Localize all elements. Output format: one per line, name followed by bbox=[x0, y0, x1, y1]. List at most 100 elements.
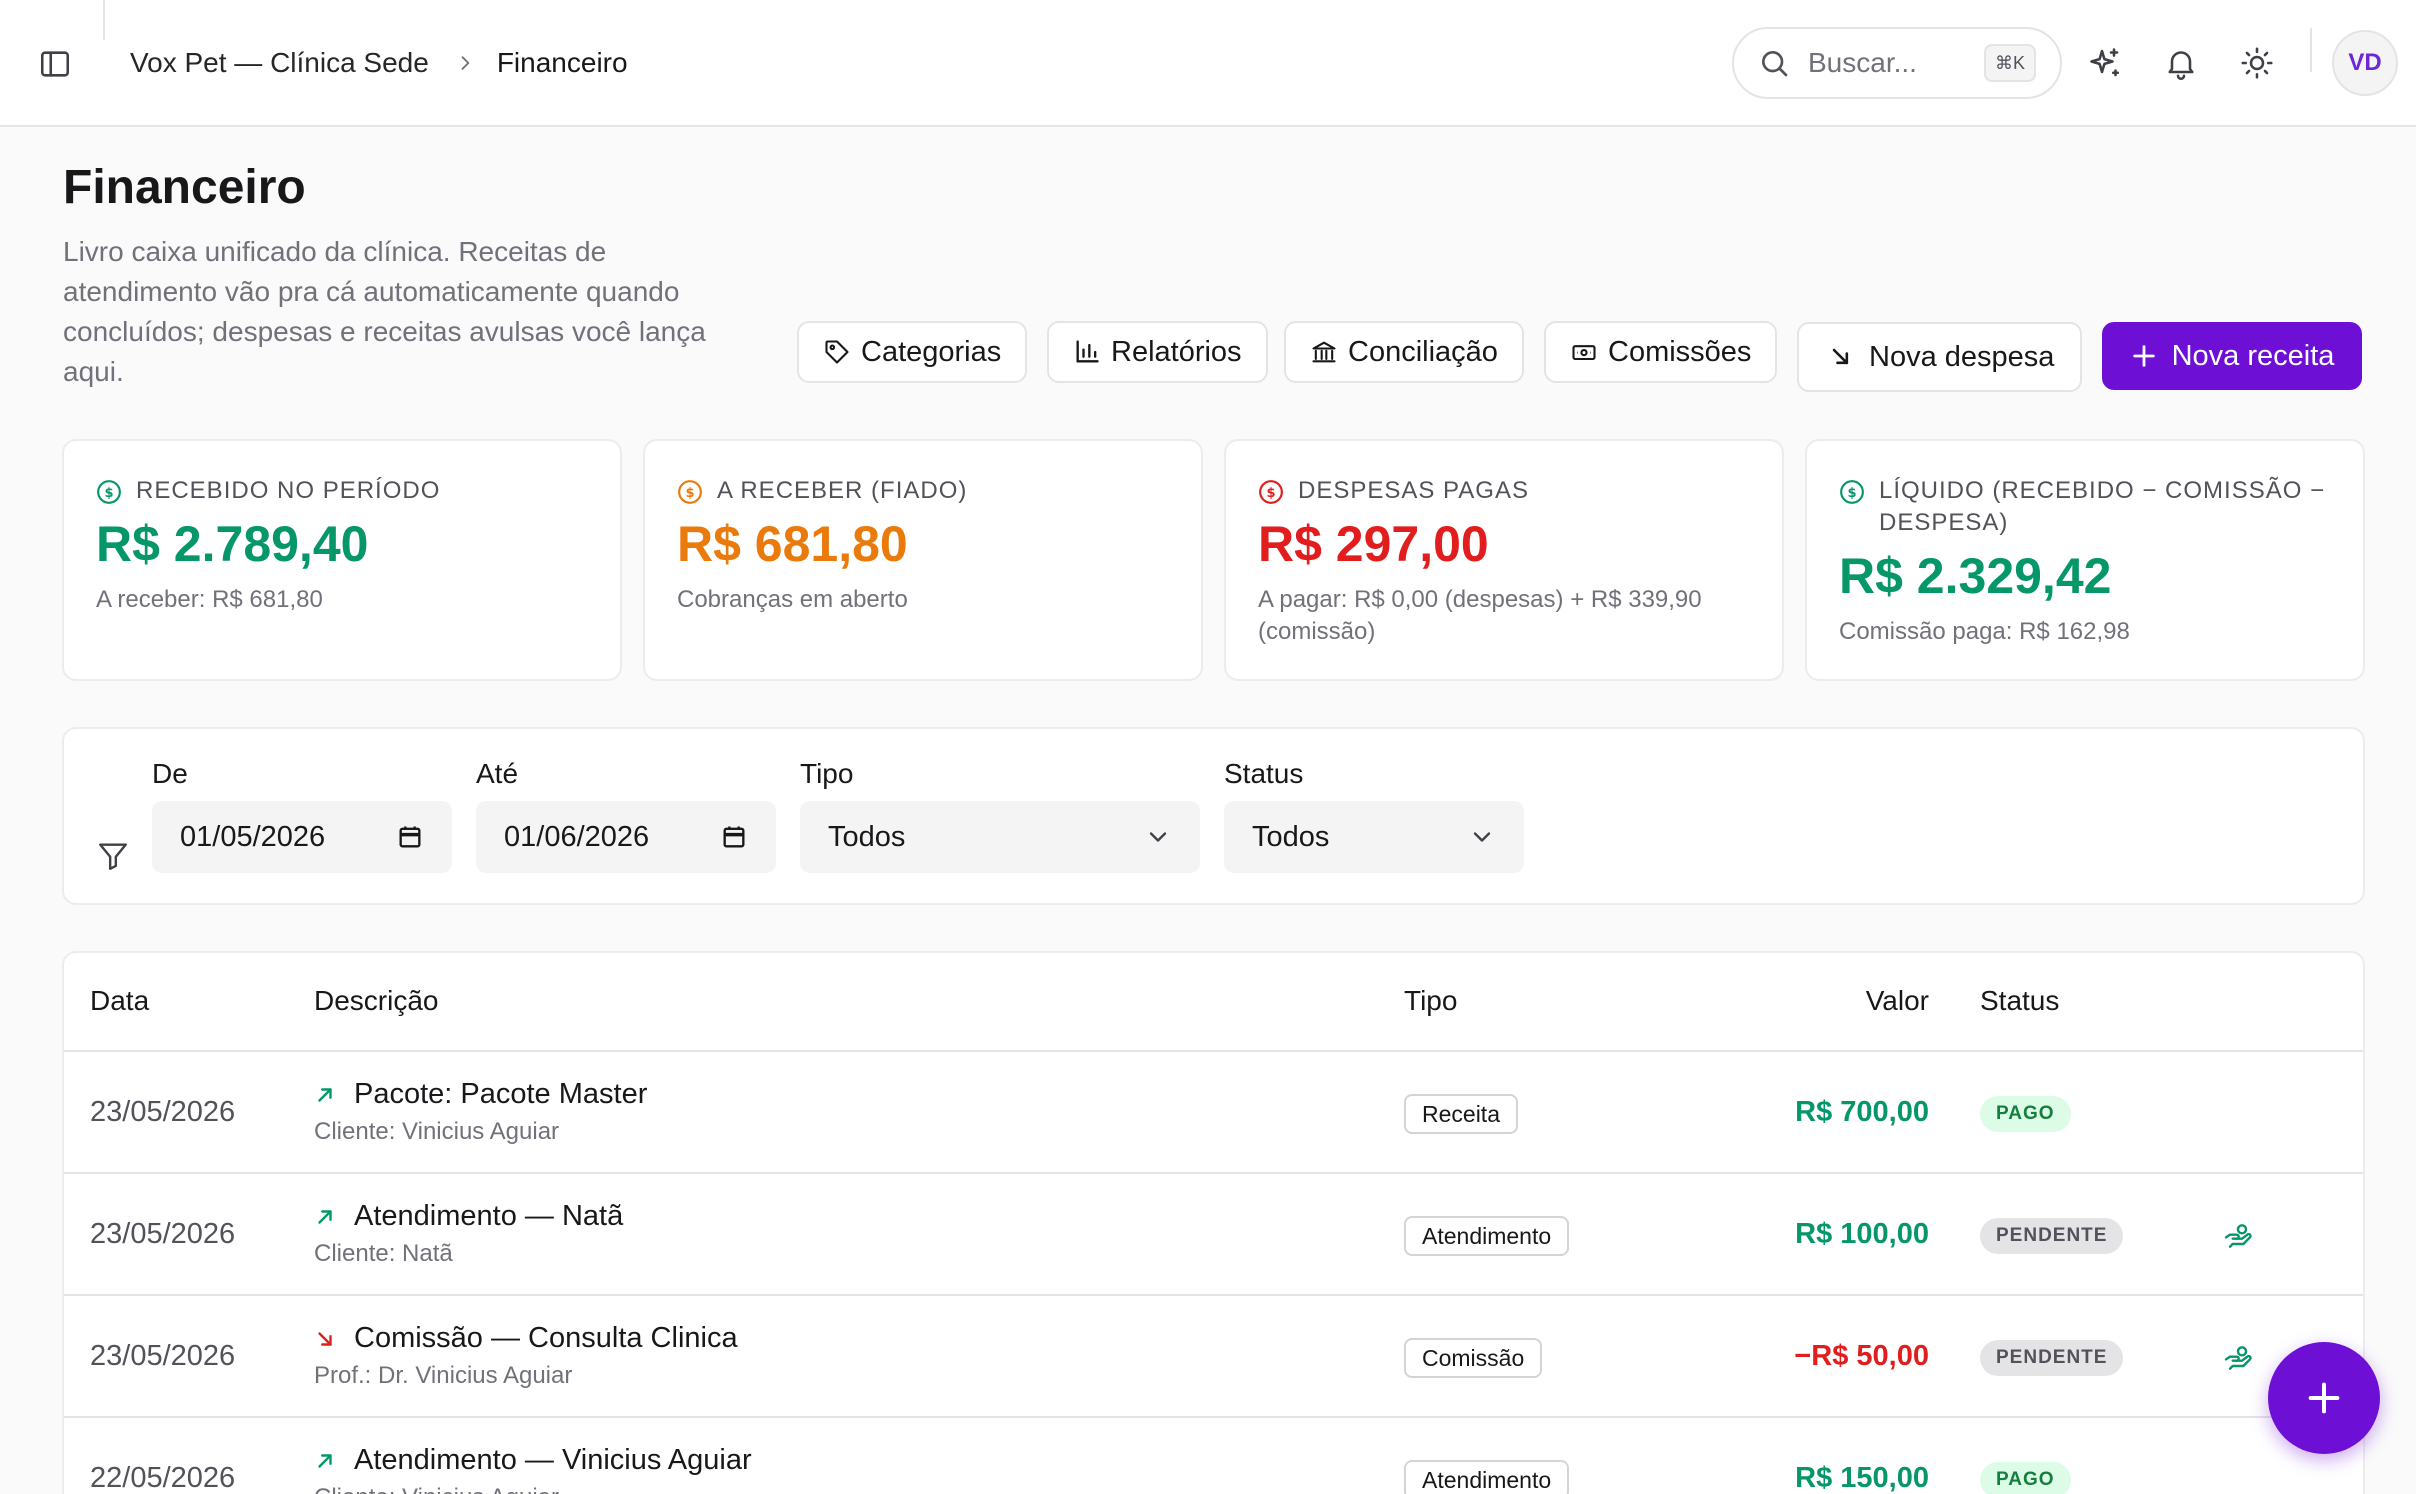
type-badge: Receita bbox=[1404, 1094, 1518, 1134]
top-bar: Vox Pet — Clínica Sede Financeiro Buscar… bbox=[0, 0, 2416, 127]
categories-button[interactable]: Categorias bbox=[797, 321, 1028, 383]
row-title: Comissão — Consulta Clinica bbox=[354, 1322, 738, 1354]
row-description: Comissão — Consulta Clinica bbox=[314, 1322, 738, 1355]
stat-value: R$ 681,80 bbox=[677, 516, 908, 572]
dollar-circle-icon: $ bbox=[1839, 479, 1865, 505]
plus-icon bbox=[2308, 1382, 2340, 1414]
tag-icon bbox=[823, 338, 851, 366]
page-title: Financeiro bbox=[63, 161, 306, 214]
search-placeholder: Buscar... bbox=[1808, 47, 1917, 78]
categories-label: Categorias bbox=[861, 335, 1002, 368]
commissions-button[interactable]: Comissões bbox=[1544, 321, 1778, 383]
dollar-circle-icon: $ bbox=[96, 479, 122, 505]
chevron-down-icon bbox=[1144, 823, 1172, 851]
commissions-label: Comissões bbox=[1608, 335, 1752, 368]
row-date: 23/05/2026 bbox=[90, 1340, 236, 1372]
status-badge: PAGO bbox=[1980, 1462, 2071, 1494]
column-header-description[interactable]: Descrição bbox=[314, 985, 438, 1017]
svg-text:$: $ bbox=[1266, 486, 1275, 501]
breadcrumb-clinic[interactable]: Vox Pet — Clínica Sede bbox=[130, 47, 429, 79]
reconciliation-button[interactable]: Conciliação bbox=[1284, 321, 1524, 383]
dollar-circle-icon: $ bbox=[1258, 479, 1284, 505]
bell-icon[interactable] bbox=[2163, 45, 2199, 81]
row-description: Atendimento — Vinicius Aguiar bbox=[314, 1444, 752, 1477]
type-select-value: Todos bbox=[828, 820, 906, 853]
new-income-button[interactable]: Nova receita bbox=[2102, 322, 2362, 390]
date-to-value: 01/06/2026 bbox=[504, 820, 650, 853]
svg-text:$: $ bbox=[685, 486, 694, 501]
avatar[interactable]: VD bbox=[2332, 30, 2398, 96]
bank-icon bbox=[1310, 338, 1338, 366]
stat-label: RECEBIDO NO PERÍODO bbox=[136, 477, 441, 504]
status-select[interactable]: Todos bbox=[1224, 801, 1524, 873]
date-from-value: 01/05/2026 bbox=[180, 820, 326, 853]
hand-coins-icon[interactable] bbox=[2222, 1342, 2254, 1374]
filter-from-label: De bbox=[152, 758, 188, 789]
column-header-type[interactable]: Tipo bbox=[1404, 985, 1457, 1017]
sidebar-toggle-icon[interactable] bbox=[38, 47, 72, 81]
row-value: R$ 150,00 bbox=[1795, 1462, 1929, 1494]
stat-card-received: $ RECEBIDO NO PERÍODO R$ 2.789,40 A rece… bbox=[62, 439, 622, 681]
status-badge: PENDENTE bbox=[1980, 1340, 2124, 1376]
row-value: R$ 700,00 bbox=[1795, 1096, 1929, 1128]
stat-label: LÍQUIDO (RECEBIDO − COMISSÃO − DESPESA) bbox=[1879, 477, 2326, 536]
arrow-up-right-icon bbox=[314, 1206, 336, 1228]
row-description: Pacote: Pacote Master bbox=[314, 1078, 647, 1111]
floating-add-button[interactable] bbox=[2268, 1342, 2380, 1454]
row-description: Atendimento — Natã bbox=[314, 1200, 623, 1233]
stat-card-net: $ LÍQUIDO (RECEBIDO − COMISSÃO − DESPESA… bbox=[1805, 439, 2365, 681]
column-header-date[interactable]: Data bbox=[90, 985, 149, 1017]
stat-label: DESPESAS PAGAS bbox=[1298, 477, 1529, 504]
date-to-input[interactable]: 01/06/2026 bbox=[476, 801, 776, 873]
breadcrumb: Vox Pet — Clínica Sede Financeiro bbox=[130, 44, 628, 82]
sparkles-icon[interactable] bbox=[2087, 45, 2123, 81]
row-value: R$ 100,00 bbox=[1795, 1218, 1929, 1250]
chevron-right-icon bbox=[455, 53, 475, 73]
new-expense-button[interactable]: Nova despesa bbox=[1797, 322, 2082, 392]
type-badge: Comissão bbox=[1404, 1338, 1543, 1378]
chevron-down-icon bbox=[1468, 823, 1496, 851]
table-row[interactable]: 23/05/2026 Comissão — Consulta Clinica P… bbox=[64, 1296, 2363, 1418]
banknote-icon bbox=[1570, 338, 1598, 366]
new-expense-label: Nova despesa bbox=[1869, 340, 2055, 373]
row-value: −R$ 50,00 bbox=[1794, 1340, 1929, 1372]
column-header-value[interactable]: Valor bbox=[1866, 985, 1929, 1017]
hand-coins-icon[interactable] bbox=[2222, 1220, 2254, 1252]
reports-button[interactable]: Relatórios bbox=[1047, 321, 1268, 383]
reports-label: Relatórios bbox=[1111, 335, 1242, 368]
arrow-down-right-icon bbox=[1827, 343, 1855, 371]
status-select-value: Todos bbox=[1252, 820, 1330, 853]
bar-chart-icon bbox=[1073, 338, 1101, 366]
row-date: 23/05/2026 bbox=[90, 1218, 236, 1250]
date-from-input[interactable]: 01/05/2026 bbox=[152, 801, 452, 873]
page-description: Livro caixa unificado da clínica. Receit… bbox=[63, 236, 706, 387]
stat-value: R$ 297,00 bbox=[1258, 516, 1489, 572]
search-input[interactable]: Buscar... ⌘K bbox=[1732, 27, 2062, 99]
table-row[interactable]: 23/05/2026 Atendimento — Natã Cliente: N… bbox=[64, 1174, 2363, 1296]
calendar-icon[interactable] bbox=[720, 823, 748, 851]
plus-icon bbox=[2130, 342, 2158, 370]
sun-icon[interactable] bbox=[2239, 45, 2275, 81]
arrow-up-right-icon bbox=[314, 1450, 336, 1472]
arrow-down-right-icon bbox=[314, 1328, 336, 1350]
column-header-status[interactable]: Status bbox=[1980, 985, 2059, 1017]
stat-sub: A receber: R$ 681,80 bbox=[96, 586, 323, 613]
calendar-icon[interactable] bbox=[396, 823, 424, 851]
filter-icon bbox=[96, 839, 130, 873]
filter-to-label: Até bbox=[476, 758, 519, 789]
row-title: Atendimento — Vinicius Aguiar bbox=[354, 1444, 752, 1476]
search-shortcut-badge: ⌘K bbox=[1984, 44, 2036, 82]
row-date: 23/05/2026 bbox=[90, 1096, 236, 1128]
search-icon bbox=[1758, 47, 1790, 79]
type-select[interactable]: Todos bbox=[800, 801, 1200, 873]
row-title: Atendimento — Natã bbox=[354, 1200, 624, 1232]
table-row[interactable]: 22/05/2026 Atendimento — Vinicius Aguiar… bbox=[64, 1418, 2363, 1494]
type-badge: Atendimento bbox=[1404, 1460, 1570, 1494]
filters-panel: De 01/05/2026 Até 01/06/2026 Tipo Todos … bbox=[62, 727, 2365, 905]
row-subtitle: Prof.: Dr. Vinicius Aguiar bbox=[314, 1362, 573, 1389]
stat-label: A RECEBER (FIADO) bbox=[717, 477, 968, 504]
row-title: Pacote: Pacote Master bbox=[354, 1078, 648, 1110]
table-row[interactable]: 23/05/2026 Pacote: Pacote Master Cliente… bbox=[64, 1052, 2363, 1174]
breadcrumb-current: Financeiro bbox=[496, 47, 628, 78]
row-subtitle: Cliente: Vinicius Aguiar bbox=[314, 1484, 559, 1494]
